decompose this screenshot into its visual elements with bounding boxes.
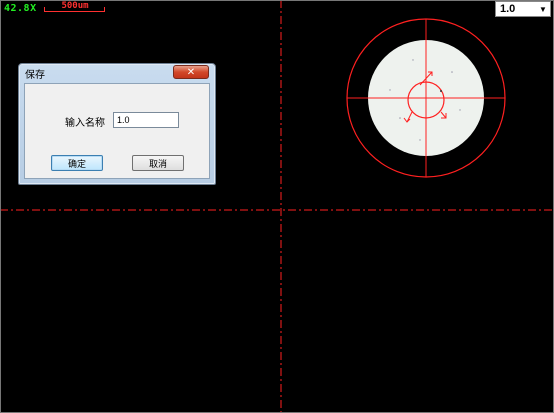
dialog-body: 输入名称 1.0 确定 取消 (24, 83, 210, 179)
cancel-button[interactable]: 取消 (132, 155, 184, 171)
save-dialog: 保存 ✕ 输入名称 1.0 确定 取消 (18, 63, 216, 185)
close-icon: ✕ (186, 66, 196, 78)
camera-viewport[interactable]: 42.8X 500um 1.0 ▼ (0, 0, 554, 413)
dialog-titlebar[interactable]: 保存 ✕ (19, 64, 215, 82)
dialog-title: 保存 (25, 70, 45, 81)
name-label: 输入名称 (65, 118, 105, 129)
close-button[interactable]: ✕ (173, 65, 209, 79)
ok-button[interactable]: 确定 (51, 155, 103, 171)
viewport-frame (0, 0, 554, 413)
name-input[interactable]: 1.0 (113, 112, 179, 128)
